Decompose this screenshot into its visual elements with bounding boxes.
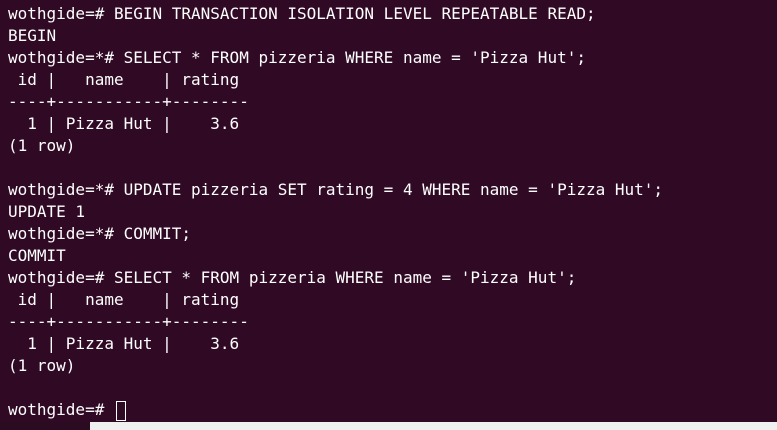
prompt-line[interactable]: wothgide=# [8,399,126,421]
taskbar-light-area [90,422,777,430]
terminal-line: 1 | Pizza Hut | 3.6 [8,114,240,133]
terminal-line: (1 row) [8,136,76,155]
terminal-line: id | name | rating [8,70,240,89]
terminal-line: wothgide=# BEGIN TRANSACTION ISOLATION L… [8,4,596,23]
terminal-line: COMMIT [8,246,66,265]
terminal-line: wothgide=# SELECT * FROM pizzeria WHERE … [8,268,577,287]
terminal-line: wothgide=*# COMMIT; [8,224,192,243]
terminal-line: wothgide=*# SELECT * FROM pizzeria WHERE… [8,48,586,67]
terminal-line: id | name | rating [8,290,240,309]
terminal-window[interactable]: wothgide=# BEGIN TRANSACTION ISOLATION L… [0,0,777,422]
terminal-line: 1 | Pizza Hut | 3.6 [8,334,240,353]
taskbar-edge [0,422,777,430]
terminal-line: wothgide=*# UPDATE pizzeria SET rating =… [8,180,664,199]
terminal-line: UPDATE 1 [8,202,86,221]
cursor-block [115,400,126,421]
terminal-line: (1 row) [8,356,76,375]
terminal-line: ----+-----------+-------- [8,312,249,331]
terminal-line: ----+-----------+-------- [8,92,249,111]
prompt-text: wothgide=# [8,400,114,419]
terminal-line: BEGIN [8,26,57,45]
